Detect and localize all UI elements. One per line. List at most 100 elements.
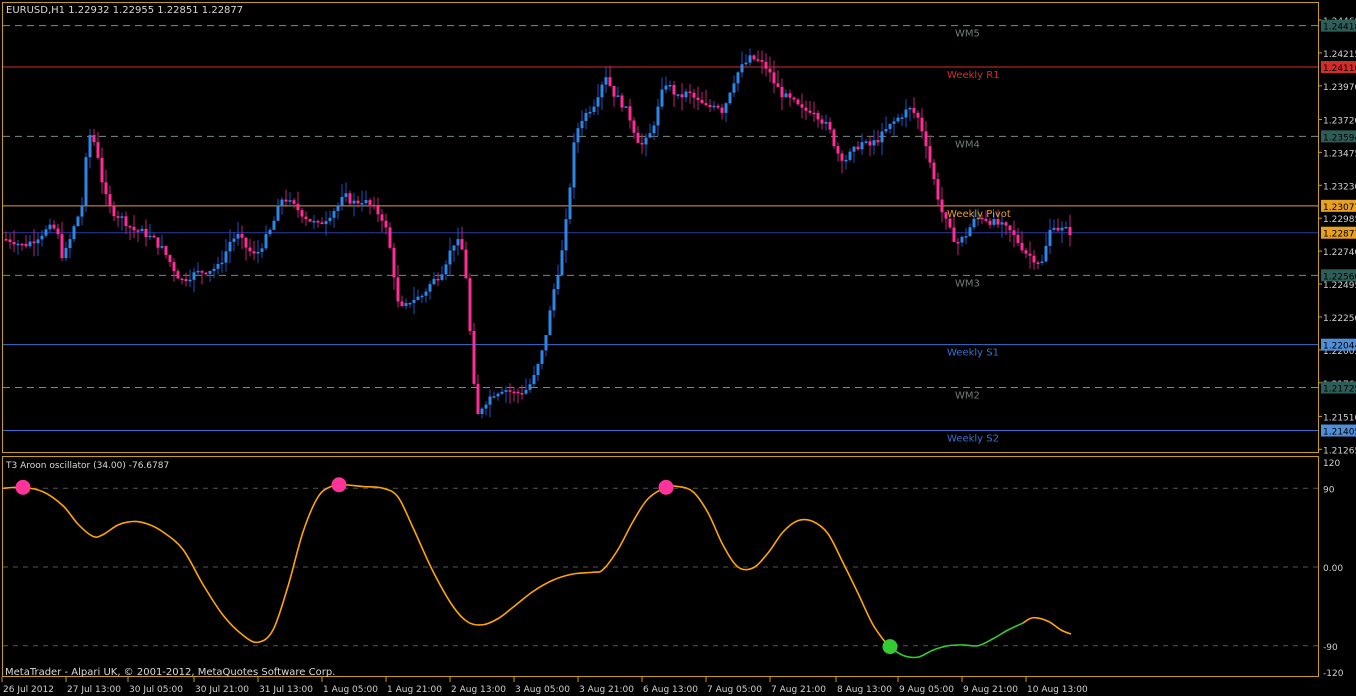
candle-body-215	[864, 141, 868, 143]
candle-body-25	[104, 182, 108, 195]
candle-body-228	[916, 112, 920, 118]
candle-body-195	[784, 93, 788, 98]
candle-body-107	[432, 278, 436, 285]
time-tick-label-1: 27 Jul 13:00	[67, 685, 121, 695]
candle-body-14	[60, 234, 64, 259]
candle-body-127	[512, 391, 516, 394]
candle-body-36	[148, 235, 152, 238]
candle-body-33	[136, 230, 140, 232]
candle-body-110	[444, 264, 448, 275]
candle-body-216	[868, 141, 872, 146]
candle-body-44	[180, 278, 184, 281]
candle-body-92	[372, 204, 376, 207]
candle-body-94	[380, 214, 384, 221]
candle-body-237	[952, 227, 956, 242]
candle-body-225	[904, 109, 908, 118]
candle-body-177	[712, 105, 716, 108]
candle-body-234	[940, 199, 944, 213]
candle-body-80	[324, 221, 328, 225]
candle-body-210	[844, 159, 848, 162]
candle-body-10	[44, 229, 48, 236]
candle-body-4	[20, 243, 24, 246]
candle-body-248	[996, 219, 1000, 225]
candle-body-247	[992, 219, 996, 225]
candle-body-39	[160, 246, 164, 248]
candle-body-63	[256, 251, 260, 254]
candle-body-137	[552, 289, 556, 311]
price-tick-label-4: 1.23475	[1323, 149, 1356, 159]
candle-body-139	[560, 250, 564, 276]
candle-body-17	[72, 226, 76, 240]
candle-body-219	[880, 131, 884, 143]
candle-body-52	[212, 268, 216, 271]
candle-body-188	[756, 59, 760, 61]
candle-body-134	[540, 350, 544, 365]
candle-body-112	[452, 245, 456, 251]
candle-body-172	[692, 92, 696, 98]
candle-body-67	[272, 220, 276, 230]
candle-body-129	[520, 393, 524, 395]
candle-body-151	[608, 77, 612, 86]
indicator-header: T3 Aroon oscillator (34.00) -76.6787	[5, 461, 169, 471]
candle-body-51	[208, 270, 212, 274]
osc-tick-label-2: 0.00	[1323, 564, 1343, 574]
candle-body-191	[768, 68, 772, 73]
candle-body-220	[884, 128, 888, 132]
candle-body-126	[508, 390, 512, 392]
candle-body-252	[1012, 230, 1016, 235]
candle-body-38	[156, 237, 160, 248]
candle-body-168	[676, 94, 680, 96]
price-tick-label-8: 1.22495	[1323, 281, 1356, 291]
candle-body-8	[36, 239, 40, 244]
candle-body-66	[268, 229, 272, 235]
candle-body-16	[68, 239, 72, 249]
candle-body-117	[472, 331, 476, 384]
candle-body-178	[716, 105, 720, 108]
candle-body-163	[656, 106, 660, 126]
candle-body-265	[1064, 227, 1068, 229]
osc-tick-label-4: -120	[1323, 669, 1344, 679]
candle-body-236	[948, 218, 952, 228]
candle-body-182	[732, 83, 736, 93]
candle-body-11	[48, 224, 52, 230]
candle-body-156	[628, 106, 632, 121]
candle-body-13	[56, 228, 60, 235]
candle-body-253	[1016, 234, 1020, 243]
candle-body-148	[596, 97, 600, 107]
candle-body-41	[168, 255, 172, 263]
candle-body-131	[528, 384, 532, 390]
candle-body-164	[660, 89, 664, 107]
candle-body-22	[92, 135, 96, 143]
candle-body-250	[1004, 222, 1008, 226]
level-labels: WM5 1.24418 Weekly R1 1.24110 WM4 1.23594 Week…	[947, 19, 1356, 445]
candle-body-58	[236, 234, 240, 239]
candle-body-26	[108, 194, 112, 206]
candle-body-35	[144, 228, 148, 238]
time-tick-label-0: 26 Jul 2012	[3, 685, 54, 695]
price-tick-label-3: 1.23720	[1323, 116, 1356, 126]
osc-marker-1	[331, 477, 347, 493]
candle-body-183	[736, 72, 740, 84]
candle-body-251	[1008, 225, 1012, 231]
candle-body-65	[264, 234, 268, 249]
level-name-1: Weekly R1	[947, 70, 1000, 81]
candle-body-6	[28, 241, 32, 247]
candle-body-104	[420, 295, 424, 298]
candle-body-257	[1032, 255, 1036, 263]
candle-body-9	[40, 235, 44, 240]
candle-body-202	[812, 112, 816, 115]
candle-body-266	[1068, 227, 1072, 236]
candle-body-200	[804, 107, 808, 111]
candle-body-75	[304, 216, 308, 220]
candle-body-34	[140, 228, 144, 232]
candle-body-259	[1040, 261, 1044, 263]
candle-body-119	[480, 408, 484, 415]
candle-body-47	[192, 272, 196, 280]
candle-body-189	[760, 60, 764, 62]
level-badge-text-6: 1.21725	[1323, 385, 1356, 395]
candle-body-212	[852, 146, 856, 152]
candle-body-254	[1020, 242, 1024, 251]
candle-body-73	[296, 203, 300, 211]
candle-body-74	[300, 210, 304, 217]
candle-body-242	[972, 218, 976, 228]
